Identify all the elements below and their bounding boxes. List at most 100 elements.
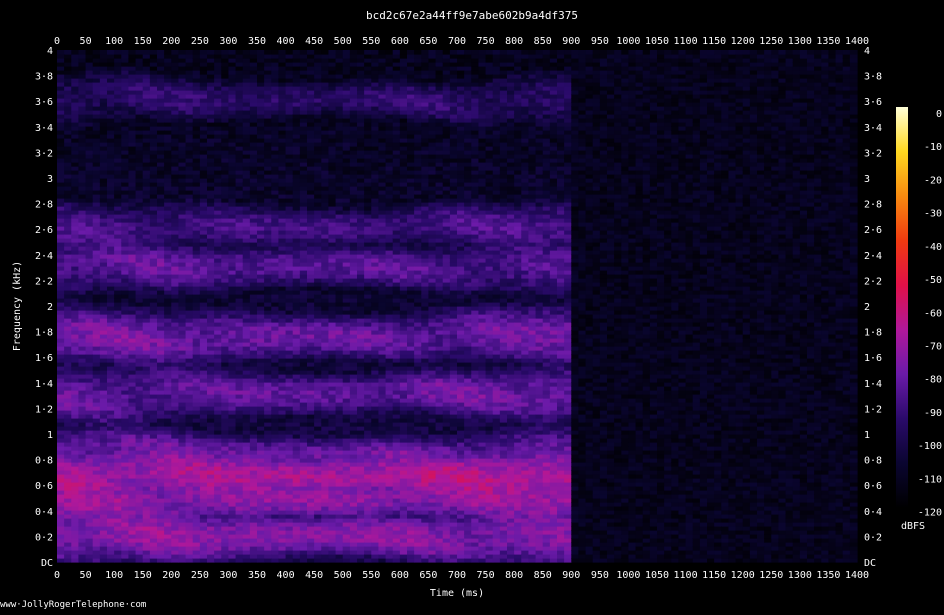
heatmap-cell <box>235 350 244 355</box>
heatmap-cell <box>307 430 315 435</box>
heatmap-cell <box>149 122 158 127</box>
heatmap-cell <box>64 426 72 431</box>
heatmap-cell <box>192 258 201 263</box>
heatmap-cell <box>99 106 108 111</box>
heatmap-cell <box>99 286 108 291</box>
heatmap-cell <box>99 494 108 499</box>
heatmap-cell <box>214 218 222 223</box>
heatmap-cell <box>71 510 80 515</box>
heatmap-cell <box>314 370 322 375</box>
heatmap-cell <box>121 374 130 379</box>
heatmap-cell <box>149 98 158 103</box>
heatmap-cell <box>135 510 144 515</box>
heatmap-cell <box>285 454 294 459</box>
heatmap-cell <box>78 158 87 163</box>
heatmap-cell <box>242 162 251 167</box>
heatmap-cell <box>199 118 208 123</box>
heatmap-cell <box>107 382 115 387</box>
heatmap-cell <box>307 134 315 139</box>
heatmap-cell <box>107 514 115 519</box>
heatmap-cell <box>149 470 158 475</box>
heatmap-cell <box>235 122 244 127</box>
heatmap-cell <box>99 450 108 455</box>
heatmap-cell <box>214 278 222 283</box>
heatmap-cell <box>228 210 237 215</box>
heatmap-cell <box>64 366 72 371</box>
heatmap-cell <box>85 478 94 483</box>
heatmap-cell <box>299 374 308 379</box>
heatmap-cell <box>214 202 222 207</box>
heatmap-cell <box>228 502 237 507</box>
heatmap-cell <box>328 446 337 451</box>
heatmap-cell <box>307 114 315 119</box>
heatmap-cell <box>249 254 258 259</box>
heatmap-cell <box>171 286 180 291</box>
heatmap-cell <box>328 230 337 235</box>
heatmap-cell <box>135 214 144 219</box>
heatmap-cell <box>192 558 201 563</box>
heatmap-cell <box>285 282 294 287</box>
heatmap-cell <box>85 410 94 415</box>
heatmap-cell <box>99 138 108 143</box>
heatmap-cell <box>299 250 308 255</box>
heatmap-cell <box>228 242 237 247</box>
heatmap-cell <box>207 158 215 163</box>
heatmap-cell <box>78 458 87 463</box>
heatmap-cell <box>107 474 115 479</box>
heatmap-cell <box>164 250 172 255</box>
heatmap-cell <box>157 186 165 191</box>
heatmap-cell <box>278 258 287 263</box>
heatmap-cell <box>278 286 287 291</box>
heatmap-cell <box>192 518 201 523</box>
heatmap-cell <box>235 402 244 407</box>
heatmap-cell <box>57 206 65 211</box>
heatmap-cell <box>221 186 230 191</box>
heatmap-cell <box>199 406 208 411</box>
heatmap-cell <box>92 490 101 495</box>
heatmap-cell <box>199 282 208 287</box>
heatmap-cell <box>57 370 65 375</box>
heatmap-cell <box>157 534 165 539</box>
heatmap-cell <box>257 86 265 91</box>
heatmap-cell <box>92 66 101 71</box>
heatmap-cell <box>207 466 215 471</box>
heatmap-cell <box>128 498 137 503</box>
heatmap-cell <box>221 70 230 75</box>
heatmap-cell <box>271 506 280 511</box>
heatmap-cell <box>249 102 258 107</box>
heatmap-cell <box>142 382 151 387</box>
heatmap-cell <box>128 70 137 75</box>
heatmap-cell <box>214 162 222 167</box>
heatmap-cell <box>78 74 87 79</box>
heatmap-cell <box>264 434 272 439</box>
heatmap-cell <box>149 166 158 171</box>
heatmap-cell <box>214 190 222 195</box>
heatmap-cell <box>135 438 144 443</box>
heatmap-cell <box>249 234 258 239</box>
heatmap-cell <box>178 374 187 379</box>
heatmap-cell <box>214 458 222 463</box>
heatmap-cell <box>192 118 201 123</box>
heatmap-cell <box>257 390 265 395</box>
heatmap-cell <box>278 202 287 207</box>
heatmap-cell <box>199 106 208 111</box>
heatmap-cell <box>292 150 301 155</box>
heatmap-cell <box>128 430 137 435</box>
heatmap-cell <box>264 94 272 99</box>
heatmap-cell <box>249 138 258 143</box>
heatmap-cell <box>78 122 87 127</box>
heatmap-cell <box>214 474 222 479</box>
heatmap-cell <box>321 78 330 83</box>
heatmap-cell <box>299 74 308 79</box>
heatmap-cell <box>264 478 272 483</box>
heatmap-cell <box>149 246 158 251</box>
heatmap-cell <box>107 206 115 211</box>
heatmap-cell <box>221 50 230 55</box>
heatmap-cell <box>185 210 194 215</box>
heatmap-cell <box>278 362 287 367</box>
heatmap-cell <box>121 342 130 347</box>
heatmap-cell <box>285 402 294 407</box>
heatmap-cell <box>71 490 80 495</box>
heatmap-cell <box>114 70 122 75</box>
heatmap-cell <box>321 558 330 563</box>
